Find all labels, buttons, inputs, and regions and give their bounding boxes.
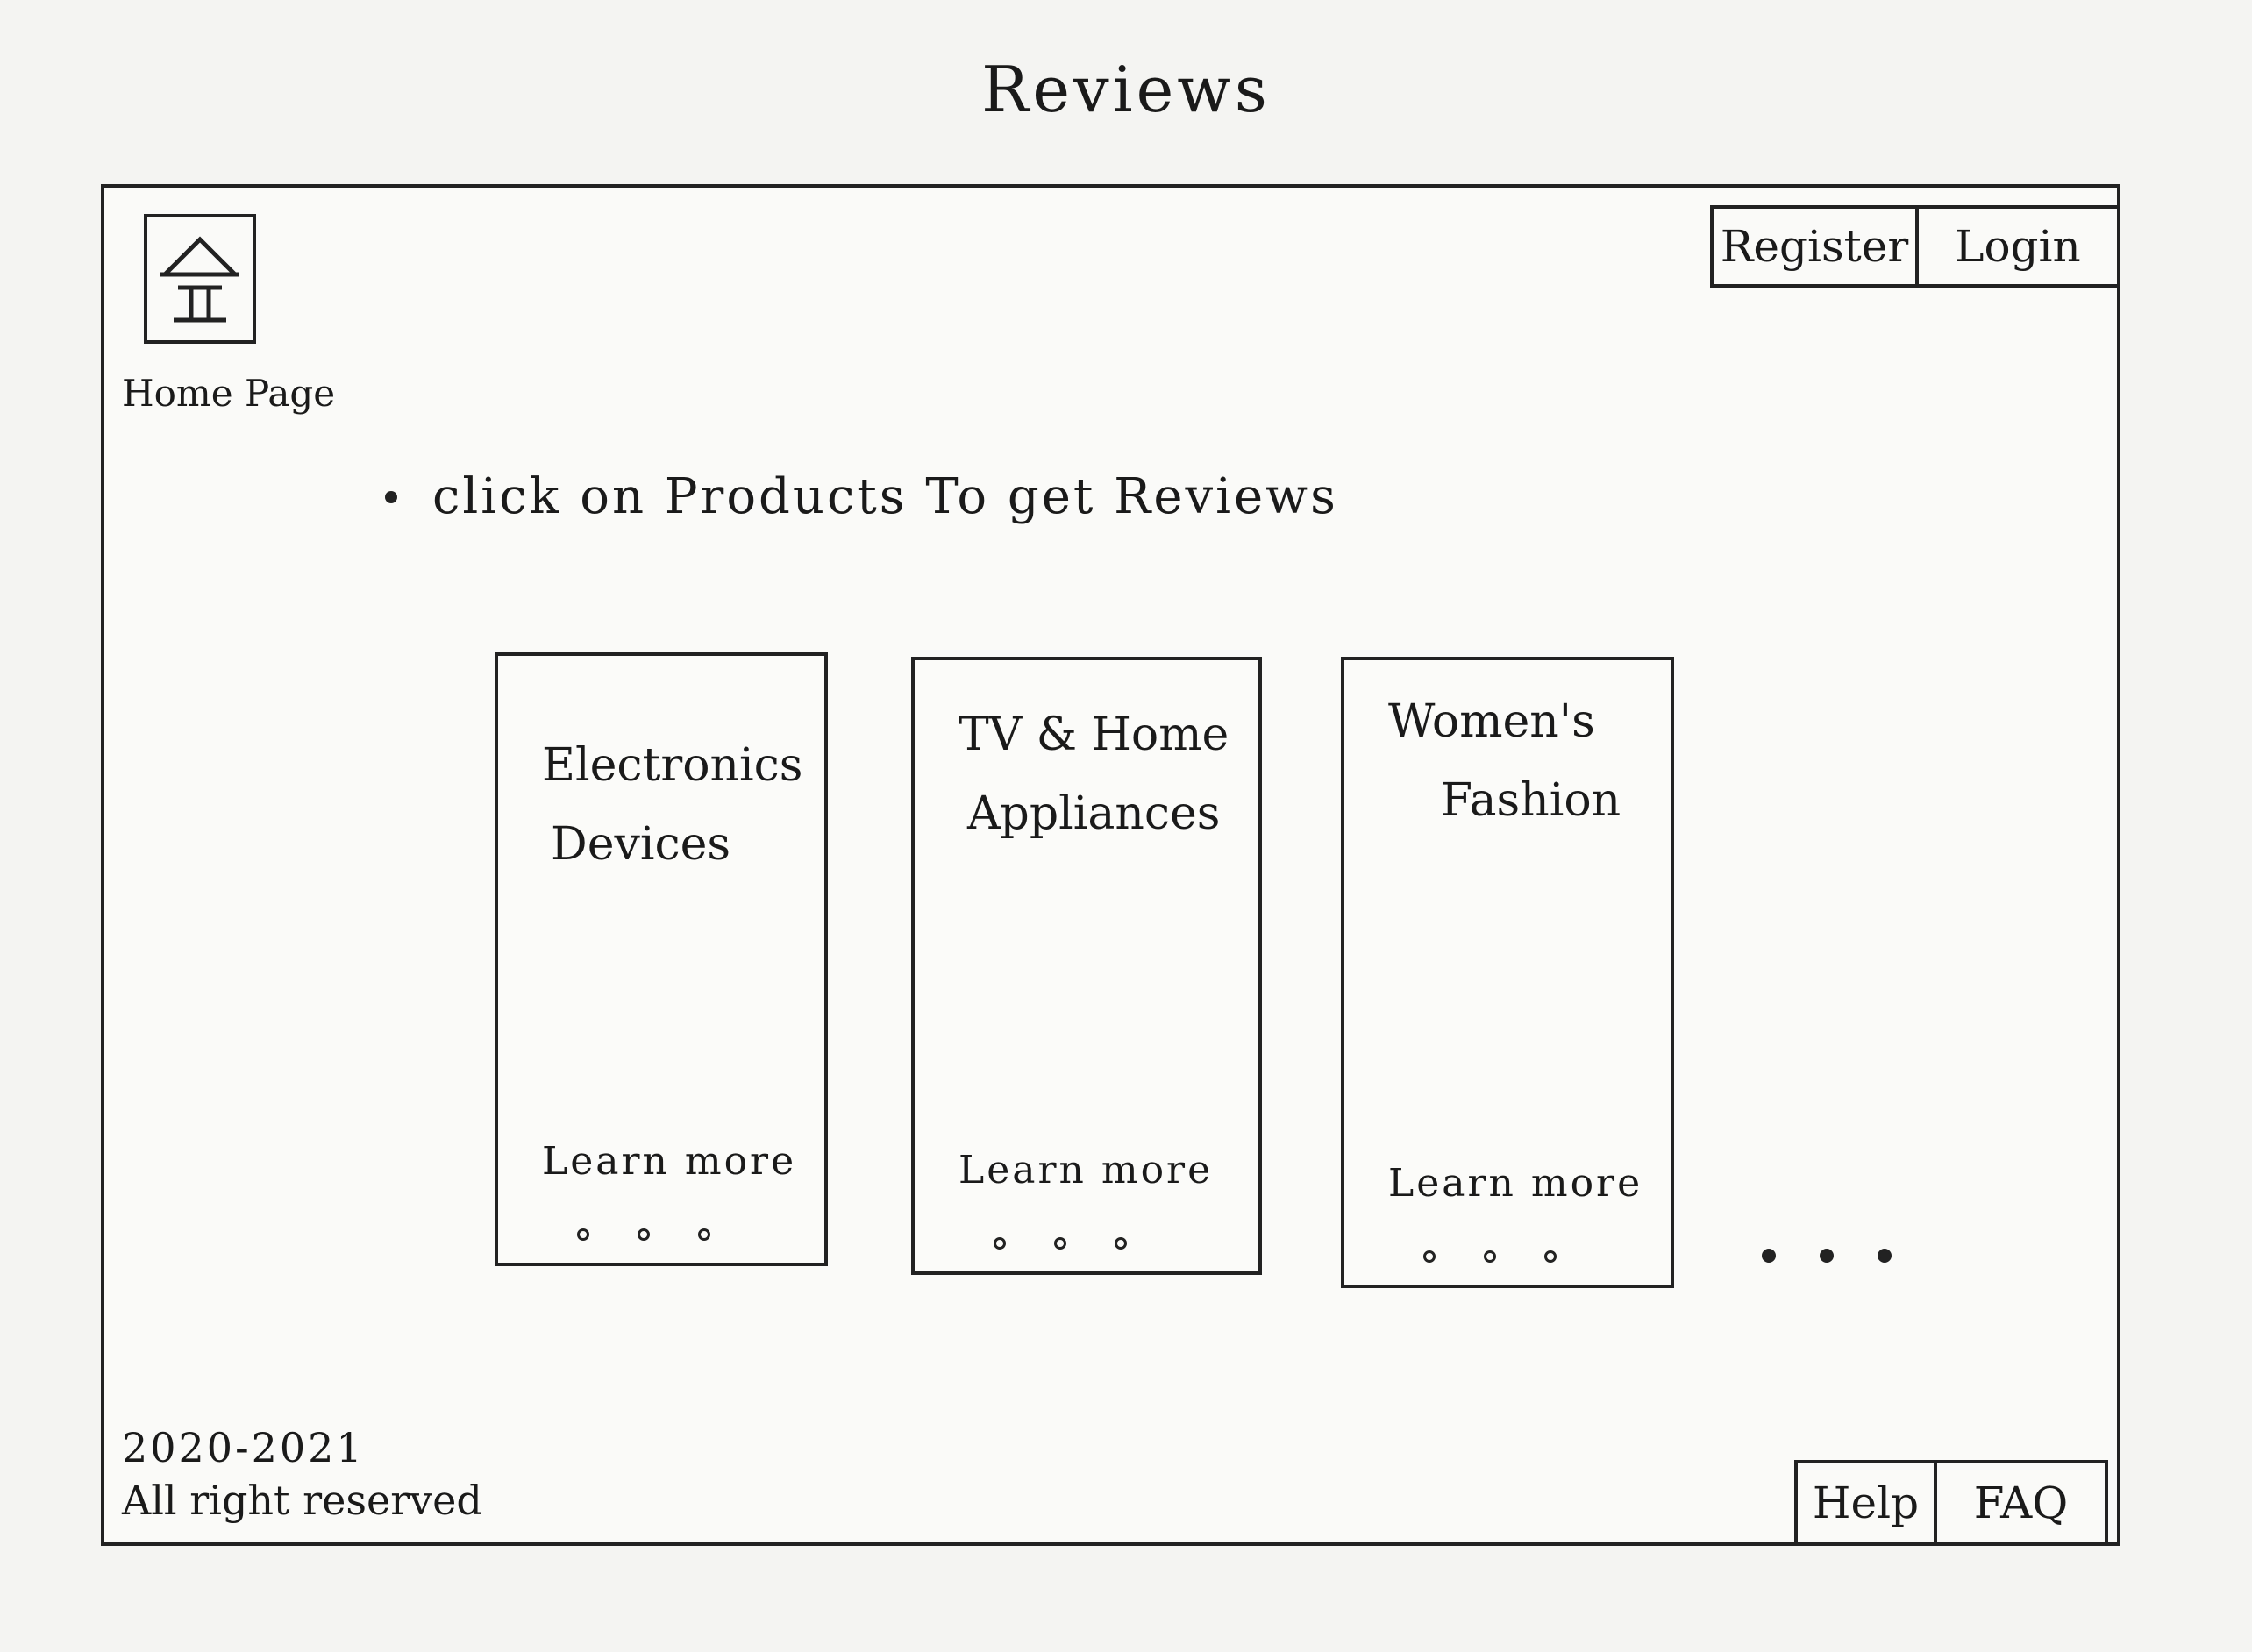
footer-years: 2020-2021 — [122, 1424, 365, 1471]
instruction-line: click on Products To get Reviews — [385, 468, 1338, 525]
ellipsis-icon — [994, 1237, 1127, 1250]
product-card-electronics[interactable]: Electronics Devices Learn more — [495, 652, 828, 1266]
auth-nav: Register Login — [1710, 205, 2117, 288]
learn-more-link[interactable]: Learn more — [542, 1139, 796, 1184]
bullet-icon — [385, 490, 397, 503]
home-button[interactable] — [144, 214, 256, 344]
card-title: Electronics Devices — [542, 726, 807, 884]
home-icon — [160, 236, 239, 323]
card-title-line2: Devices — [551, 818, 731, 871]
learn-more-link[interactable]: Learn more — [1388, 1161, 1643, 1206]
help-button[interactable]: Help — [1798, 1463, 1934, 1542]
card-title-line1: Electronics — [542, 739, 803, 792]
ellipsis-icon — [1423, 1250, 1557, 1263]
instruction-text: click on Products To get Reviews — [432, 468, 1338, 525]
page-title: Reviews — [981, 53, 1271, 126]
card-title-line1: TV & Home — [959, 709, 1229, 761]
register-button[interactable]: Register — [1714, 209, 1915, 284]
product-card-womens-fashion[interactable]: Women's Fashion Learn more — [1341, 657, 1674, 1288]
ellipsis-icon — [577, 1228, 710, 1241]
card-title-line2: Fashion — [1441, 774, 1621, 827]
footer-copyright: All right reserved — [122, 1477, 482, 1524]
more-products-icon[interactable] — [1762, 1249, 1892, 1263]
login-button[interactable]: Login — [1915, 209, 2117, 284]
product-card-tv-home-appliances[interactable]: TV & Home Appliances Learn more — [911, 657, 1262, 1275]
card-title-line2: Appliances — [967, 787, 1221, 840]
card-title-line1: Women's — [1388, 695, 1595, 748]
card-title: Women's Fashion — [1388, 682, 1653, 840]
learn-more-link[interactable]: Learn more — [959, 1148, 1213, 1193]
home-page-label: Home Page — [122, 372, 336, 415]
card-title: TV & Home Appliances — [959, 695, 1241, 853]
footer-nav: Help FAQ — [1794, 1460, 2108, 1542]
faq-button[interactable]: FAQ — [1934, 1463, 2105, 1542]
app-window: Home Page Register Login click on Produc… — [101, 184, 2120, 1546]
